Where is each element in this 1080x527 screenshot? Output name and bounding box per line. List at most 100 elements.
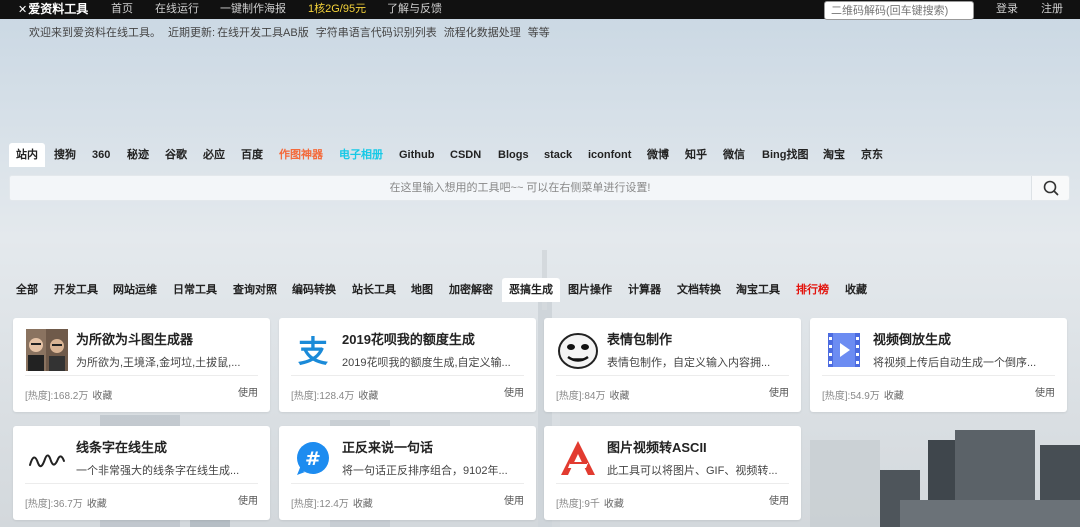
card-meta: [热度]:128.4万 收藏 — [291, 387, 378, 402]
engine-tab-bing[interactable]: 必应 — [203, 143, 225, 167]
use-button[interactable]: 使用 — [238, 384, 258, 399]
category-tab-favorites[interactable]: 收藏 — [845, 278, 867, 302]
engine-tab-weibo[interactable]: 微博 — [647, 143, 669, 167]
engine-tab-stack[interactable]: stack — [544, 143, 572, 167]
engine-tab-github[interactable]: Github — [399, 143, 434, 167]
engine-tab-sogou[interactable]: 搜狗 — [54, 143, 76, 167]
engine-tab-zhihu[interactable]: 知乎 — [685, 143, 707, 167]
update-link-3[interactable]: 流程化数据处理 — [444, 27, 521, 39]
card-description: 表情包制作，自定义输入内容拥... — [607, 357, 771, 369]
tool-card[interactable]: 支 2019花呗我的额度生成 2019花呗我的额度生成,自定义输... [热度]… — [279, 318, 536, 412]
ascii-logo-icon — [557, 437, 599, 479]
category-tab-daily[interactable]: 日常工具 — [173, 278, 217, 302]
engine-tab-csdn[interactable]: CSDN — [450, 143, 481, 167]
nav-poster[interactable]: 一键制作海报 — [220, 2, 286, 17]
engine-tab-jd[interactable]: 京东 — [861, 143, 883, 167]
favorite-link[interactable]: 收藏 — [358, 391, 378, 402]
tool-card[interactable]: 为所欲为斗图生成器 为所欲为,王境泽,金坷垃,土拔鼠,... [热度]:168.… — [13, 318, 270, 412]
category-tab-map[interactable]: 地图 — [411, 278, 433, 302]
card-popularity: [热度]:168.2万 — [25, 391, 89, 402]
tool-card[interactable]: 图片视频转ASCII 此工具可以将图片、GIF、视频转... [热度]:9千 收藏… — [544, 426, 801, 520]
use-button[interactable]: 使用 — [1035, 384, 1055, 399]
category-tab-calculator[interactable]: 计算器 — [628, 278, 661, 302]
engine-tab-miji[interactable]: 秘迹 — [127, 143, 149, 167]
tool-search-input[interactable] — [10, 176, 1030, 200]
tool-card[interactable]: 线条字在线生成 一个非常强大的线条字在线生成... [热度]:36.7万 收藏 使… — [13, 426, 270, 520]
logo-text: 爱资料工具 — [28, 2, 89, 16]
category-tab-taobao[interactable]: 淘宝工具 — [736, 278, 780, 302]
category-tab-image[interactable]: 图片操作 — [568, 278, 612, 302]
engine-tab-album[interactable]: 电子相册 — [339, 143, 383, 167]
category-tab-all[interactable]: 全部 — [16, 278, 38, 302]
card-description: 一个非常强大的线条字在线生成... — [76, 465, 240, 477]
category-tab-crypto[interactable]: 加密解密 — [449, 278, 493, 302]
favorite-link[interactable]: 收藏 — [604, 499, 624, 510]
face-photo-icon — [26, 329, 68, 371]
search-icon — [1043, 180, 1059, 196]
site-logo[interactable]: ✕爱资料工具 — [18, 2, 88, 17]
search-button[interactable] — [1031, 176, 1069, 200]
category-tab-prank[interactable]: 恶搞生成 — [502, 278, 560, 302]
login-link[interactable]: 登录 — [996, 2, 1018, 17]
category-tab-ops[interactable]: 网站运维 — [113, 278, 157, 302]
card-description: 将一句话正反排序组合，9102年... — [342, 465, 508, 477]
card-description: 将视频上传后自动生成一个倒序... — [873, 357, 1037, 369]
tool-card[interactable]: # 正反来说一句话 将一句话正反排序组合，9102年... [热度]:12.4万… — [279, 426, 536, 520]
use-button[interactable]: 使用 — [769, 492, 789, 507]
card-title: 表情包制作 — [607, 332, 673, 347]
tool-card[interactable]: 视频倒放生成 将视频上传后自动生成一个倒序... [热度]:54.9万 收藏 使用 — [810, 318, 1067, 412]
hashtag-icon: # — [292, 437, 334, 479]
meme-face-icon — [557, 329, 599, 371]
register-link[interactable]: 注册 — [1041, 2, 1063, 17]
update-link-2[interactable]: 字符串语言代码识别列表 — [316, 27, 437, 39]
welcome-bar: 欢迎来到爱资料在线工具。 近期更新: 在线开发工具AB版 字符串语言代码识别列表 流程化… — [29, 24, 557, 40]
update-link-1[interactable]: 在线开发工具AB版 — [217, 27, 309, 39]
card-title: 线条字在线生成 — [76, 440, 168, 455]
engine-tab-google[interactable]: 谷歌 — [165, 143, 187, 167]
card-meta: [热度]:12.4万 收藏 — [291, 495, 373, 510]
nav-home[interactable]: 首页 — [111, 2, 133, 17]
use-button[interactable]: 使用 — [238, 492, 258, 507]
engine-tab-baidu[interactable]: 百度 — [241, 143, 263, 167]
engine-tab-wechat[interactable]: 微信 — [723, 143, 745, 167]
card-popularity: [热度]:128.4万 — [291, 391, 355, 402]
engine-tab-bing-images[interactable]: Bing找图 — [762, 143, 808, 167]
card-divider — [291, 375, 524, 376]
category-tab-document[interactable]: 文档转换 — [677, 278, 721, 302]
use-button[interactable]: 使用 — [504, 492, 524, 507]
favorite-link[interactable]: 收藏 — [92, 391, 112, 402]
category-tab-dev[interactable]: 开发工具 — [54, 278, 98, 302]
card-title: 正反来说一句话 — [342, 440, 434, 455]
use-button[interactable]: 使用 — [504, 384, 524, 399]
favorite-link[interactable]: 收藏 — [609, 391, 629, 402]
card-divider — [25, 483, 258, 484]
favorite-link[interactable]: 收藏 — [884, 391, 904, 402]
card-popularity: [热度]:12.4万 — [291, 499, 349, 510]
category-tab-webmaster[interactable]: 站长工具 — [352, 278, 396, 302]
tool-card[interactable]: 表情包制作 表情包制作，自定义输入内容拥... [热度]:84万 收藏 使用 — [544, 318, 801, 412]
card-meta: [热度]:168.2万 收藏 — [25, 387, 112, 402]
engine-tab-iconfont[interactable]: iconfont — [588, 143, 631, 167]
engine-tab-site[interactable]: 站内 — [9, 143, 45, 167]
nav-feedback[interactable]: 了解与反馈 — [387, 2, 442, 17]
category-tab-ranking[interactable]: 排行榜 — [796, 278, 829, 302]
card-description: 2019花呗我的额度生成,自定义输... — [342, 357, 511, 369]
favorite-link[interactable]: 收藏 — [87, 499, 107, 510]
category-tab-lookup[interactable]: 查询对照 — [233, 278, 277, 302]
alipay-icon: 支 — [292, 329, 334, 371]
favorite-link[interactable]: 收藏 — [353, 499, 373, 510]
engine-tab-blogs[interactable]: Blogs — [498, 143, 529, 167]
engine-tab-design[interactable]: 作图神器 — [279, 143, 323, 167]
nav-online-run[interactable]: 在线运行 — [155, 2, 199, 17]
use-button[interactable]: 使用 — [769, 384, 789, 399]
engine-tab-360[interactable]: 360 — [92, 143, 110, 167]
top-navbar: ✕爱资料工具 首页 在线运行 一键制作海报 1核2G/95元 了解与反馈 登录 … — [0, 0, 1080, 20]
qr-decode-input[interactable] — [824, 1, 974, 20]
card-meta: [热度]:9千 收藏 — [556, 495, 624, 510]
card-title: 为所欲为斗图生成器 — [76, 332, 194, 347]
category-tab-encoding[interactable]: 编码转换 — [292, 278, 336, 302]
card-title: 2019花呗我的额度生成 — [342, 332, 475, 347]
engine-tab-taobao[interactable]: 淘宝 — [823, 143, 845, 167]
nav-server-promo[interactable]: 1核2G/95元 — [308, 2, 366, 17]
update-link-4[interactable]: 等等 — [528, 27, 550, 39]
